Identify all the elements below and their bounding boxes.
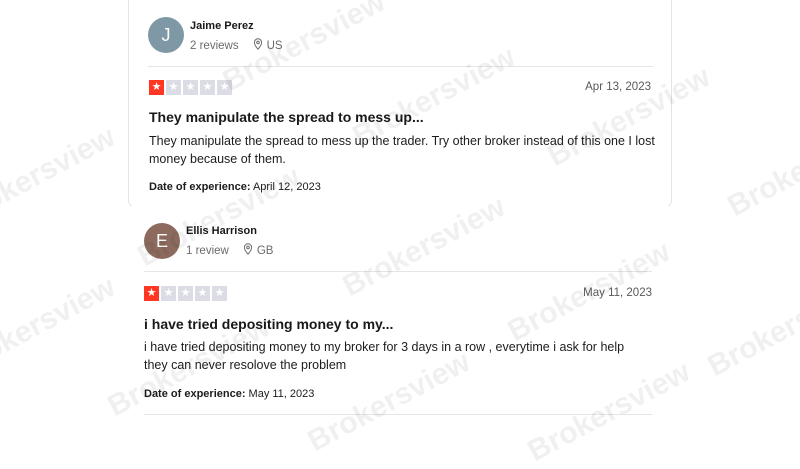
review-card: E Ellis Harrison 1 review GB ★ ★ ★ ★ ★ M…	[128, 206, 672, 418]
star-icon: ★	[178, 286, 193, 301]
experience-label: Date of experience:	[144, 388, 246, 400]
watermark: Brokersview	[0, 120, 121, 234]
reviewer-name[interactable]: Ellis Harrison	[186, 225, 257, 237]
location-pin-icon	[243, 243, 253, 258]
reviewer-name[interactable]: Jaime Perez	[190, 20, 254, 32]
experience-label: Date of experience:	[149, 181, 251, 193]
review-card: J Jaime Perez 2 reviews US ★ ★ ★ ★ ★ Apr…	[128, 0, 672, 208]
star-rating: ★ ★ ★ ★ ★	[149, 80, 232, 95]
divider	[144, 414, 652, 415]
reviewer-meta: 2 reviews US	[190, 38, 283, 53]
experience-date: Date of experience: May 11, 2023	[144, 388, 314, 400]
review-count: 2 reviews	[190, 39, 239, 52]
reviewer-country: GB	[256, 244, 274, 257]
star-icon: ★	[200, 80, 215, 95]
star-icon: ★	[195, 286, 210, 301]
star-icon: ★	[166, 80, 181, 95]
star-icon: ★	[149, 80, 164, 95]
experience-date: Date of experience: April 12, 2023	[149, 181, 321, 193]
location-pin-icon	[253, 38, 263, 53]
review-title[interactable]: i have tried depositing money to my...	[144, 316, 393, 332]
star-icon: ★	[183, 80, 198, 95]
watermark: Brokersview	[722, 110, 800, 224]
avatar-letter: J	[161, 24, 171, 45]
star-rating: ★ ★ ★ ★ ★	[144, 286, 227, 301]
divider	[148, 66, 653, 67]
star-icon: ★	[212, 286, 227, 301]
star-icon: ★	[144, 286, 159, 301]
watermark: Brokersview	[0, 270, 121, 384]
review-body: i have tried depositing money to my brok…	[144, 340, 625, 372]
star-icon: ★	[161, 286, 176, 301]
avatar-letter: E	[155, 230, 168, 251]
experience-value: May 11, 2023	[248, 388, 315, 400]
divider	[144, 271, 652, 272]
review-title[interactable]: They manipulate the spread to mess up...	[149, 109, 424, 125]
review-date: Apr 13, 2023	[585, 81, 651, 93]
reviewer-country: US	[266, 39, 283, 52]
review-date: May 11, 2023	[583, 287, 652, 299]
star-icon: ★	[217, 80, 232, 95]
reviewer-meta: 1 review GB	[186, 243, 273, 258]
review-body: They manipulate the spread to mess up th…	[149, 134, 655, 166]
watermark: Brokersview	[702, 270, 800, 384]
avatar[interactable]: J	[148, 17, 184, 53]
review-count: 1 review	[186, 244, 229, 257]
avatar[interactable]: E	[144, 223, 180, 259]
experience-value: April 12, 2023	[252, 181, 321, 193]
